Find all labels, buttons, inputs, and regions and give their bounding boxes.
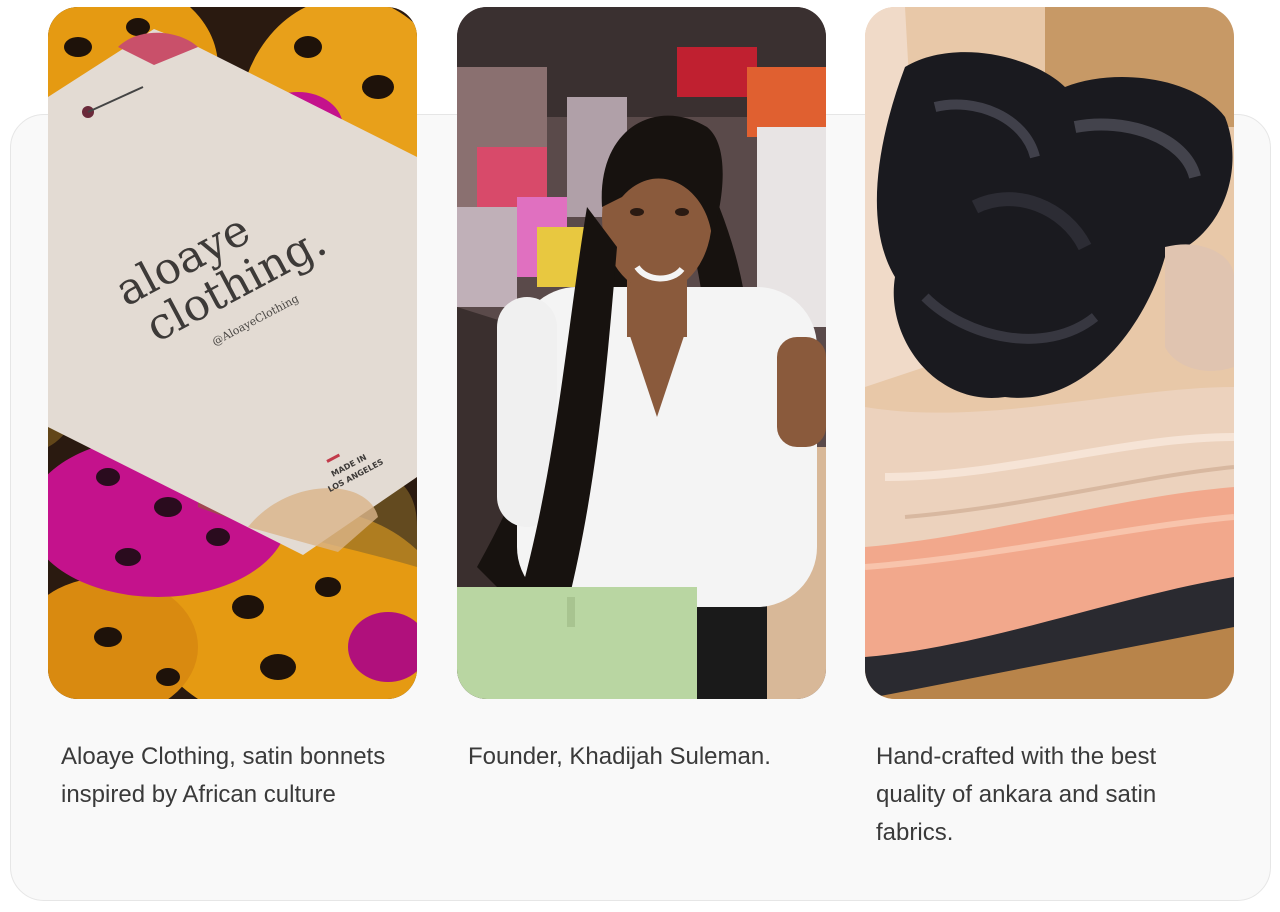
gallery-section: aloaye clothing. @AloayeClothing MADE IN… [0, 0, 1280, 912]
founder-illustration [457, 7, 826, 699]
photo-satin-fabrics[interactable] [865, 7, 1234, 699]
satin-fabrics-illustration [865, 7, 1234, 699]
caption-satin-fabrics: Hand-crafted with the best quality of an… [876, 743, 1157, 846]
caption-hang-tag: Aloaye Clothing, satin bonnets inspired … [61, 743, 386, 808]
photo-founder[interactable] [457, 7, 826, 699]
caption-founder: Founder, Khadijah Suleman. [468, 743, 771, 770]
photo-hang-tag[interactable]: aloaye clothing. @AloayeClothing MADE IN… [48, 7, 417, 699]
hang-tag-illustration: aloaye clothing. @AloayeClothing MADE IN… [48, 7, 417, 699]
